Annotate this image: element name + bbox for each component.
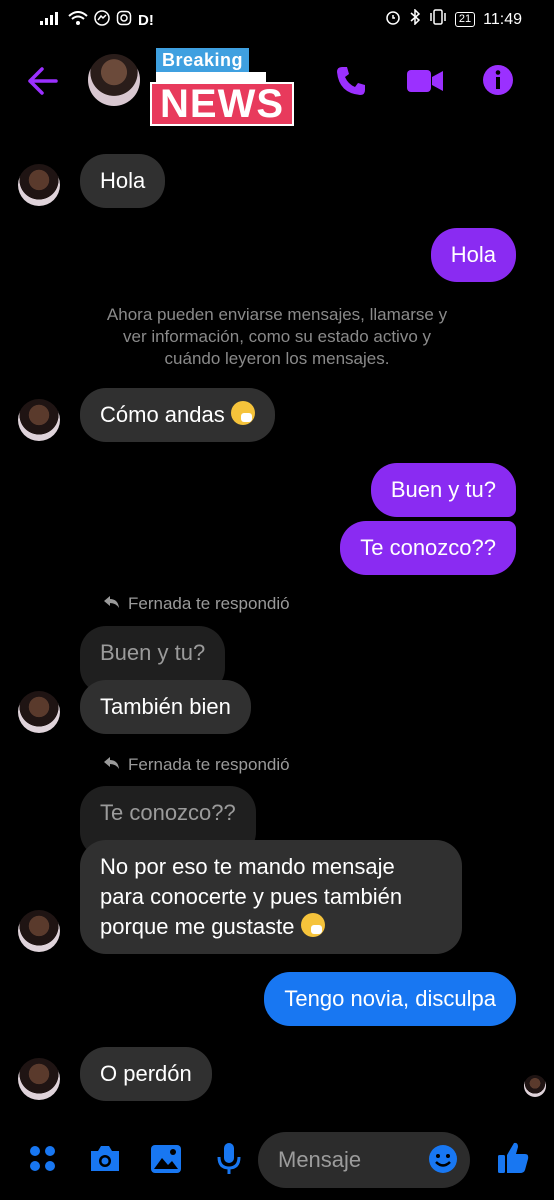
seen-avatar [524, 1075, 546, 1097]
composer-bar: Mensaje [0, 1130, 554, 1192]
vibrate-icon [429, 9, 447, 30]
system-notice-line: ver información, como su estado activo y [122, 327, 432, 346]
signal-icon [40, 11, 62, 29]
system-notice: Ahora pueden enviarse mensajes, llamarse… [80, 304, 474, 370]
menu-dots-icon[interactable] [28, 1144, 58, 1179]
sticker-top-text: Breaking [156, 48, 250, 73]
alarm-icon [385, 9, 401, 30]
video-icon[interactable] [406, 68, 444, 99]
outgoing-message[interactable]: Tengo novia, disculpa [264, 972, 516, 1026]
incoming-message[interactable]: Hola [80, 154, 166, 208]
reply-note: Fernada te respondió [102, 755, 290, 775]
incoming-message[interactable]: Cómo andas [80, 388, 275, 442]
system-notice-line: Ahora pueden enviarse mensajes, llamarse… [106, 305, 448, 324]
messenger-status-icon [94, 10, 110, 30]
message-input-placeholder: Mensaje [278, 1147, 362, 1172]
contact-avatar-small[interactable] [18, 910, 60, 952]
bluetooth-icon [409, 8, 421, 30]
message-line: No por eso te mando mensaje [100, 854, 395, 879]
clock: 11:49 [483, 10, 522, 28]
breaking-news-sticker: Breaking NEWS [148, 48, 298, 126]
contact-avatar-small[interactable] [18, 399, 60, 441]
reply-note-text: Fernada te respondió [128, 594, 290, 613]
message-text: Cómo andas [100, 402, 225, 427]
system-notice-line: cuándo leyeron los mensajes. [164, 349, 390, 368]
contact-avatar-small[interactable] [18, 691, 60, 733]
back-arrow-icon[interactable] [26, 66, 58, 101]
sticker-strip [156, 72, 266, 82]
message-line: porque me gustaste [100, 914, 295, 939]
thumbs-up-icon[interactable] [496, 1140, 530, 1181]
instagram-status-icon [116, 10, 132, 30]
chat-header: Breaking NEWS [0, 40, 554, 126]
reply-arrow-icon [102, 755, 120, 775]
reply-note-text: Fernada te respondió [128, 755, 290, 774]
sticker-bottom-text: NEWS [150, 82, 294, 126]
info-icon[interactable] [482, 64, 514, 101]
incoming-message[interactable]: No por eso te mando mensaje para conocer… [80, 840, 462, 954]
status-left-text: D! [138, 11, 154, 29]
incoming-message[interactable]: También bien [80, 680, 251, 734]
outgoing-message[interactable]: Buen y tu? [370, 463, 516, 517]
phone-icon[interactable] [334, 64, 368, 103]
emoji-icon [230, 401, 255, 425]
message-line: para conocerte y pues también [100, 884, 403, 909]
emoji-picker-icon[interactable] [428, 1144, 458, 1179]
contact-avatar[interactable] [88, 54, 140, 106]
outgoing-message[interactable]: Hola [430, 228, 516, 282]
outgoing-message[interactable]: Te conozco?? [340, 521, 516, 575]
wifi-icon [68, 11, 88, 29]
emoji-icon [300, 913, 325, 937]
mic-icon[interactable] [216, 1142, 242, 1181]
reply-arrow-icon [102, 594, 120, 614]
reply-note: Fernada te respondió [102, 594, 290, 614]
contact-avatar-small[interactable] [18, 1058, 60, 1100]
status-bar: D! 21 11:49 [0, 0, 554, 38]
incoming-message[interactable]: O perdón [80, 1047, 212, 1101]
contact-avatar-small[interactable] [18, 164, 60, 206]
gallery-icon[interactable] [150, 1144, 182, 1179]
battery-indicator: 21 [454, 12, 476, 27]
camera-icon[interactable] [88, 1144, 122, 1179]
